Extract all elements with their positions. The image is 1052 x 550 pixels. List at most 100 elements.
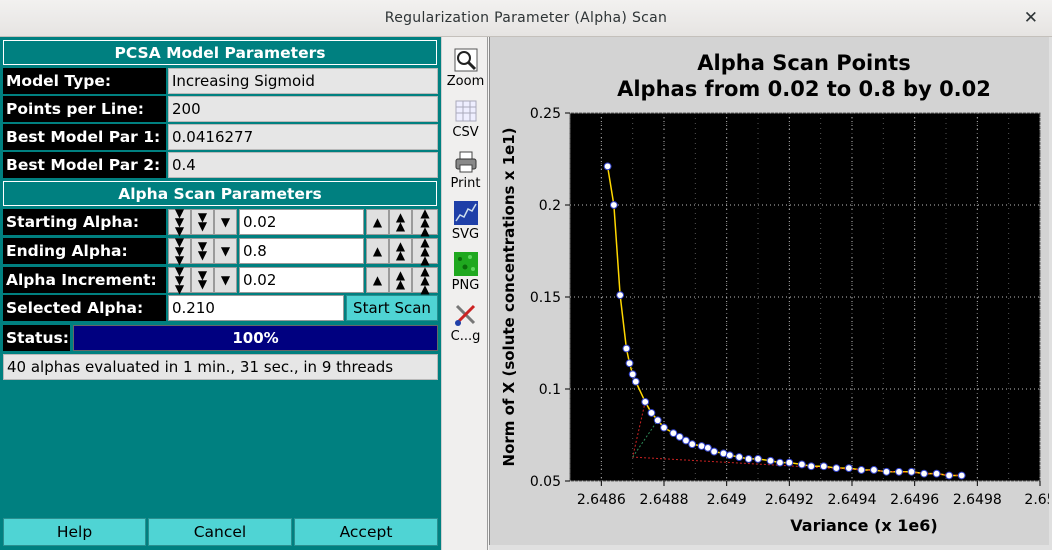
- increment-large-button[interactable]: ▲ ▲ ▲: [412, 207, 438, 237]
- csv-label: CSV: [452, 125, 479, 140]
- accept-button[interactable]: Accept: [294, 518, 438, 546]
- increment-small-button[interactable]: ▲: [366, 267, 389, 293]
- data-point: [857, 466, 866, 474]
- increment-medium-button[interactable]: ▲ ▲: [389, 209, 412, 235]
- data-point: [945, 471, 954, 480]
- alpha-increment-input[interactable]: 0.02: [239, 267, 364, 293]
- zoom-icon: [454, 48, 477, 72]
- data-point: [622, 344, 631, 353]
- data-point: [832, 464, 841, 473]
- print-label: Print: [450, 176, 481, 191]
- data-point: [920, 469, 928, 478]
- increment-large-button[interactable]: ▲ ▲ ▲: [412, 236, 438, 266]
- data-point: [725, 451, 734, 460]
- alpha-scan-plot: Alpha Scan Points Alphas from 0.02 to 0.…: [489, 37, 1050, 545]
- decrement-small-button[interactable]: ▼: [214, 209, 237, 235]
- y-tick-label: 0.2: [539, 198, 561, 214]
- data-point: [653, 416, 662, 425]
- data-point: [669, 429, 678, 438]
- config-label: C...g: [450, 329, 481, 344]
- best-model-par2-value: 0.4: [168, 152, 438, 178]
- status-label: Status:: [3, 325, 70, 351]
- plot-toolbar: Zoom CSV Print SVG PNG C...g: [441, 37, 488, 550]
- increment-small-button[interactable]: ▲: [366, 238, 389, 264]
- decrement-large-button[interactable]: ▼ ▼ ▼: [168, 236, 191, 266]
- data-point: [819, 462, 828, 471]
- cancel-button[interactable]: Cancel: [148, 518, 292, 546]
- model-params-header: PCSA Model Parameters: [3, 40, 437, 65]
- data-point: [776, 458, 784, 467]
- print-tool[interactable]: Print: [442, 144, 489, 194]
- data-point: [647, 409, 656, 417]
- data-point: [625, 359, 634, 368]
- starting-alpha-input[interactable]: 0.02: [239, 209, 364, 235]
- y-axis-label: Norm of X (solute concentrations x 1e1): [500, 128, 518, 467]
- alpha-increment-label: Alpha Increment:: [3, 267, 166, 293]
- x-tick-label: 2.6486: [577, 492, 626, 508]
- data-point: [807, 462, 816, 471]
- ending-alpha-label: Ending Alpha:: [3, 238, 166, 264]
- decrement-medium-button[interactable]: ▼ ▼: [191, 238, 214, 264]
- model-type-label: Model Type:: [3, 68, 166, 94]
- increment-small-button[interactable]: ▲: [366, 209, 389, 235]
- data-point: [785, 458, 794, 467]
- chart-title: Alpha Scan Points: [697, 51, 910, 75]
- data-point: [682, 436, 690, 445]
- x-axis-label: Variance (x 1e6): [790, 516, 937, 535]
- png-icon: [453, 252, 478, 276]
- best-model-par1-value: 0.0416277: [168, 124, 438, 150]
- zoom-tool[interactable]: Zoom: [442, 42, 489, 92]
- window-title: Regularization Parameter (Alpha) Scan: [384, 10, 668, 26]
- progress-bar: 100%: [73, 325, 438, 351]
- decrement-medium-button[interactable]: ▼ ▼: [191, 209, 214, 235]
- data-point: [641, 397, 650, 406]
- x-tick-label: 2.65: [1024, 492, 1050, 508]
- decrement-large-button[interactable]: ▼ ▼ ▼: [168, 265, 191, 295]
- parameters-panel: PCSA Model Parameters Model Type: Increa…: [0, 37, 441, 550]
- data-point: [754, 455, 762, 463]
- data-point: [735, 453, 744, 461]
- decrement-small-button[interactable]: ▼: [214, 267, 237, 293]
- data-point: [797, 460, 806, 469]
- data-point: [844, 464, 853, 473]
- points-per-line-value: 200: [168, 96, 438, 122]
- zoom-label: Zoom: [446, 74, 485, 89]
- data-point: [697, 442, 706, 450]
- best-model-par1-label: Best Model Par 1:: [3, 124, 166, 150]
- decrement-medium-button[interactable]: ▼ ▼: [191, 267, 214, 293]
- help-button[interactable]: Help: [3, 518, 146, 546]
- y-tick-label: 0.1: [539, 382, 561, 398]
- x-tick-label: 2.6494: [828, 492, 877, 508]
- csv-tool[interactable]: CSV: [442, 93, 489, 143]
- data-point: [616, 291, 625, 300]
- plot-area: [569, 112, 1041, 482]
- data-point: [744, 455, 753, 463]
- chart-svg: Alpha Scan Points Alphas from 0.02 to 0.…: [500, 51, 1050, 535]
- svg-icon: [453, 201, 478, 225]
- increment-medium-button[interactable]: ▲ ▲: [389, 238, 412, 264]
- data-point: [628, 370, 637, 379]
- model-type-value: Increasing Sigmoid: [168, 68, 438, 94]
- data-point: [609, 201, 618, 209]
- x-tick-label: 2.6496: [890, 492, 939, 508]
- start-scan-button[interactable]: Start Scan: [346, 295, 438, 321]
- decrement-large-button[interactable]: ▼ ▼ ▼: [168, 207, 191, 237]
- chart-subtitle: Alphas from 0.02 to 0.8 by 0.02: [617, 77, 991, 101]
- config-tool[interactable]: C...g: [442, 297, 489, 347]
- data-point: [603, 162, 612, 171]
- y-tick-label: 0.15: [530, 290, 561, 306]
- y-tick-label: 0.05: [530, 474, 561, 490]
- ending-alpha-input[interactable]: 0.8: [239, 238, 364, 264]
- decrement-small-button[interactable]: ▼: [214, 238, 237, 264]
- data-point: [882, 467, 891, 476]
- data-point: [766, 456, 775, 465]
- increment-medium-button[interactable]: ▲ ▲: [389, 267, 412, 293]
- close-icon[interactable]: ✕: [1024, 8, 1038, 28]
- selected-alpha-input[interactable]: 0.210: [168, 295, 344, 321]
- config-icon: [454, 304, 475, 326]
- data-point: [660, 423, 668, 432]
- increment-large-button[interactable]: ▲ ▲ ▲: [412, 265, 438, 295]
- scan-params-header: Alpha Scan Parameters: [3, 181, 437, 206]
- svg-tool[interactable]: SVG: [442, 195, 489, 245]
- png-tool[interactable]: PNG: [442, 246, 489, 296]
